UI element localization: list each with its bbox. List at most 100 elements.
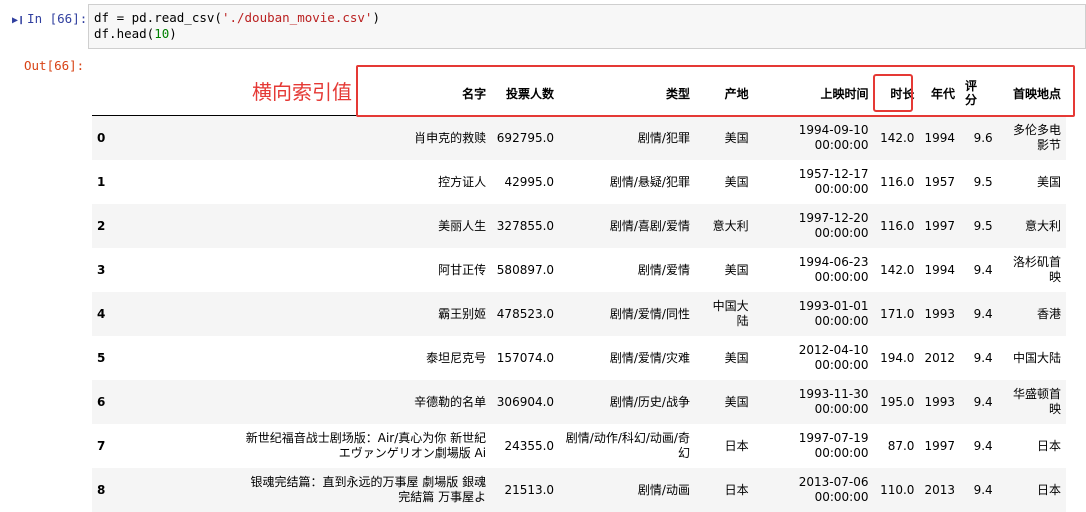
cell-origin: 中国大陆 [695,292,754,336]
release-date-text: 1993-11-30 [798,387,869,401]
release-date-text: 2013-07-06 [798,475,869,489]
cell-premiere-text: 中国大陆 [1012,350,1061,365]
release-date-text: 1994-09-10 [798,123,869,137]
cell-origin: 日本 [695,468,754,512]
cell-premiere: 华盛顿首映 [998,380,1066,424]
cell-release-date: 1957-12-17 00:00:00 [754,160,874,204]
cell-genre-text: 剧情/喜剧/爱情 [609,218,690,233]
cell-name-text: 阿甘正传 [438,262,487,277]
cell-origin-text: 美国 [724,174,749,189]
cell-name-text: 美丽人生 [438,218,487,233]
output-prompt: Out[66]: [24,58,85,73]
dataframe-table: 名字 投票人数 类型 产地 上映时间 时长 年代 评分 首映地点 0 肖申克的救赎… [92,71,1066,512]
cell-name: 银魂完结篇：直到永远的万事屋 劇場版 銀魂 完結篇 万事屋よ [116,468,491,512]
table-row: 3 阿甘正传 580897.0 剧情/爱情 美国 1994-06-23 00:00:00 14… [92,248,1066,292]
run-cell-icon[interactable]: ▶❙ [12,15,24,26]
cell-length: 171.0 [880,306,915,321]
release-time-text: 00:00:00 [814,490,869,504]
cell-premiere-text: 华盛顿首映 [1012,387,1061,416]
cell-release-date: 1997-12-20 00:00:00 [754,204,874,248]
table-row: 6 辛德勒的名单 306904.0 剧情/历史/战争 美国 1993-11-30 00:00… [92,380,1066,424]
cell-genre: 剧情/悬疑/犯罪 [559,160,695,204]
release-date-text: 1997-07-19 [798,431,869,445]
cell-name-text: 泰坦尼克号 [426,350,487,365]
cell-score: 9.4 [973,482,993,497]
cell-name: 控方证人 [116,160,491,204]
cell-genre: 剧情/爱情/灾难 [559,336,695,380]
row-index: 6 [97,394,106,409]
release-date-text: 1994-06-23 [798,255,869,269]
row-index: 5 [97,350,106,365]
cell-premiere-text: 日本 [1036,438,1061,453]
cell-origin-text: 意大利 [712,218,749,233]
cell-genre: 剧情/动画 [559,468,695,512]
cell-year: 2013 [924,482,955,497]
cell-score: 9.4 [973,306,993,321]
table-row: 7 新世纪福音战士剧场版：Air/真心为你 新世紀エヴァンゲリオン劇場版 Ai 24… [92,424,1066,468]
release-date-text: 1957-12-17 [798,167,869,181]
code-line-1: df = pd.read_csv('./douban_movie.csv') [94,10,1080,26]
cell-origin: 美国 [695,248,754,292]
cell-name-text: 辛德勒的名单 [414,394,487,409]
cell-name: 美丽人生 [116,204,491,248]
row-index: 3 [97,262,106,277]
code-text: ) [372,10,380,25]
cell-premiere-text: 香港 [1036,306,1061,321]
cell-votes: 21513.0 [504,482,555,497]
release-time-text: 00:00:00 [814,270,869,284]
release-time-text: 00:00:00 [814,182,869,196]
cell-genre-text: 剧情/犯罪 [637,130,690,145]
cell-premiere: 日本 [998,424,1066,468]
cell-origin: 美国 [695,380,754,424]
cell-score: 9.5 [973,218,993,233]
cell-length: 142.0 [880,130,915,145]
row-index: 4 [97,306,106,321]
row-index: 1 [97,174,106,189]
cell-length: 195.0 [880,394,915,409]
cell-genre: 剧情/犯罪 [559,116,695,161]
code-string: './douban_movie.csv' [221,10,373,25]
cell-year: 2012 [924,350,955,365]
release-time-text: 00:00:00 [814,226,869,240]
row-index: 8 [97,482,106,497]
cell-score: 9.4 [973,438,993,453]
release-time-text: 00:00:00 [814,138,869,152]
cell-votes: 580897.0 [496,262,555,277]
cell-votes: 24355.0 [504,438,555,453]
cell-year: 1993 [924,394,955,409]
table-row: 5 泰坦尼克号 157074.0 剧情/爱情/灾难 美国 2012-04-10 00:00:… [92,336,1066,380]
cell-release-date: 1993-11-30 00:00:00 [754,380,874,424]
cell-premiere-text: 美国 [1036,174,1061,189]
release-time-text: 00:00:00 [814,402,869,416]
cell-premiere: 日本 [998,468,1066,512]
cell-origin: 美国 [695,336,754,380]
cell-score: 9.4 [973,262,993,277]
cell-genre-text: 剧情/悬疑/犯罪 [609,174,690,189]
cell-premiere: 中国大陆 [998,336,1066,380]
cell-year: 1994 [924,262,955,277]
cell-year: 1993 [924,306,955,321]
cell-origin-text: 日本 [724,482,749,497]
cell-name: 肖申克的救赎 [116,116,491,161]
input-prompt-label: In [66]: [27,11,88,26]
release-date-text: 1993-01-01 [798,299,869,313]
cell-premiere: 洛杉矶首映 [998,248,1066,292]
cell-origin: 日本 [695,424,754,468]
cell-origin-text: 美国 [724,394,749,409]
cell-origin-text: 美国 [724,350,749,365]
index-header [92,71,116,116]
cell-premiere: 多伦多电影节 [998,116,1066,161]
release-date-text: 2012-04-10 [798,343,869,357]
row-index: 2 [97,218,106,233]
cell-origin-text: 美国 [724,262,749,277]
cell-length: 116.0 [880,174,915,189]
cell-release-date: 1993-01-01 00:00:00 [754,292,874,336]
cell-score: 9.4 [973,350,993,365]
table-row: 1 控方证人 42995.0 剧情/悬疑/犯罪 美国 1957-12-17 00:00:00… [92,160,1066,204]
row-index: 7 [97,438,106,453]
cell-genre-text: 剧情/动作/科幻/动画/奇幻 [565,431,690,460]
cell-origin: 美国 [695,116,754,161]
table-row: 4 霸王别姬 478523.0 剧情/爱情/同性 中国大陆 1993-01-01 00:00… [92,292,1066,336]
cell-genre-text: 剧情/爱情/同性 [609,306,690,321]
code-cell-editor[interactable]: df = pd.read_csv('./douban_movie.csv') d… [88,4,1086,49]
